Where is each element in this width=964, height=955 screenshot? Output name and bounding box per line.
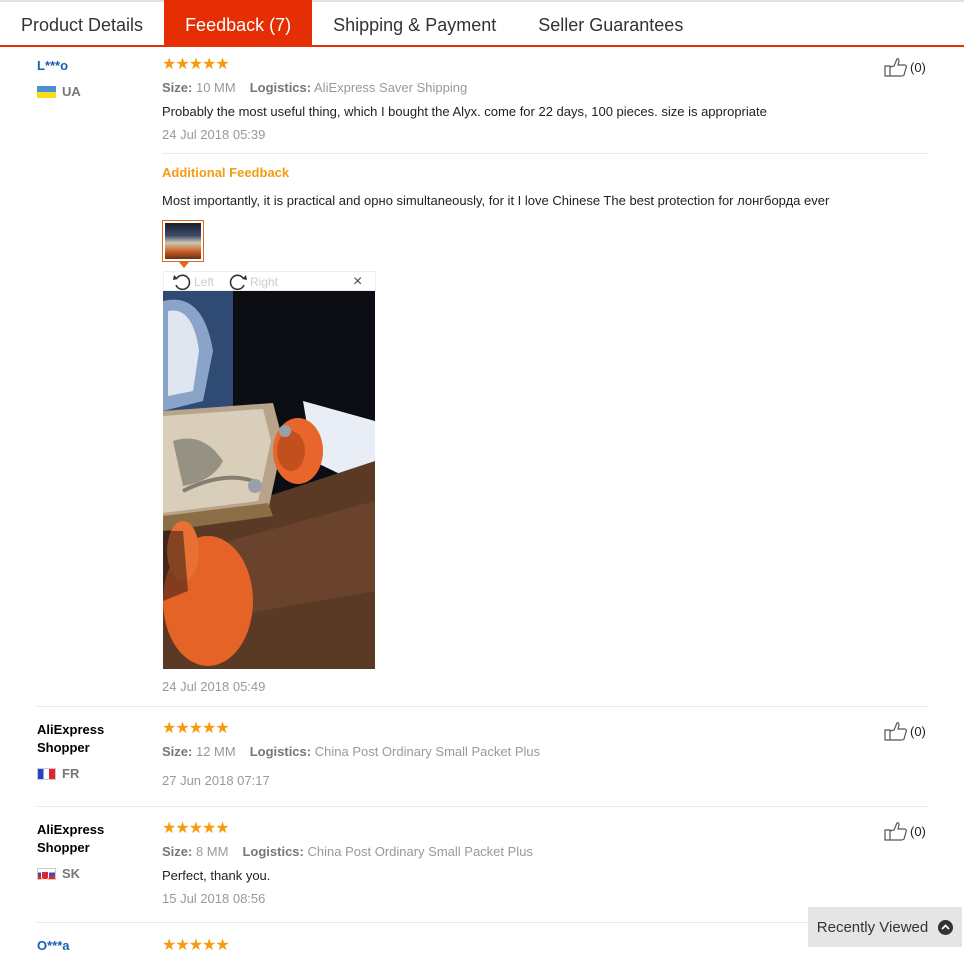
reviewer-country: UA <box>37 84 81 99</box>
rotate-right-button[interactable]: Right <box>228 273 278 291</box>
review-meta: Size: 8 MM Logistics: China Post Ordinary… <box>162 843 533 861</box>
divider <box>37 922 928 923</box>
thumbs-up-icon <box>884 58 907 77</box>
review-date: 27 Jun 2018 07:17 <box>162 773 270 788</box>
rotate-right-label: Right <box>250 275 279 289</box>
reviewer-name-line-1: AliExpress <box>37 722 105 737</box>
rotate-right-icon <box>229 274 247 291</box>
review-date: 15 Jul 2018 08:56 <box>162 891 266 906</box>
divider <box>162 153 928 154</box>
thumbs-up-icon <box>884 722 907 741</box>
rotate-left-label: Left <box>194 275 215 289</box>
review-photo-image <box>163 291 375 669</box>
size-value: 8 MM <box>195 844 229 859</box>
close-viewer-button[interactable]: × <box>353 272 362 292</box>
helpful-count: (0) <box>910 723 926 739</box>
logistics-value: China Post Ordinary Small Packet Plus <box>314 744 541 759</box>
helpful-button[interactable]: (0) <box>884 57 926 77</box>
reviewer-name[interactable]: L***o <box>37 57 68 75</box>
flag-fr-icon <box>37 767 56 780</box>
thumbs-up-icon <box>884 822 907 841</box>
tab-product-details[interactable]: Product Details <box>0 2 164 47</box>
star-rating: ★★★★★ <box>162 720 230 737</box>
country-code: SK <box>62 866 81 881</box>
additional-feedback-text: Most importantly, it is practical and ор… <box>162 193 830 208</box>
helpful-count: (0) <box>910 823 926 839</box>
recently-viewed-button[interactable]: Recently Viewed <box>808 907 962 947</box>
flag-ua-icon <box>37 85 56 98</box>
logistics-label: Logistics: <box>249 744 312 759</box>
size-value: 10 MM <box>195 80 236 95</box>
size-value: 12 MM <box>195 744 236 759</box>
helpful-count: (0) <box>910 59 926 75</box>
reviewer-country: FR <box>37 766 79 781</box>
country-code: FR <box>62 766 80 781</box>
logistics-value: AliExpress Saver Shipping <box>314 80 468 95</box>
review-meta: Size: 12 MM Logistics: China Post Ordinar… <box>162 743 540 761</box>
reviewer-name-line-1: AliExpress <box>37 822 105 837</box>
review-photo <box>163 291 375 669</box>
logistics-value: China Post Ordinary Small Packet Plus <box>307 844 533 859</box>
reviewer-country: SK <box>37 866 80 881</box>
tab-bar: Product Details Feedback (7) Shipping & … <box>0 0 964 47</box>
star-rating: ★★★★★ <box>162 56 230 73</box>
review-text: Perfect, thank you. <box>162 868 271 883</box>
review-meta: Size: 10 MM Logistics: AliExpress Saver S… <box>162 79 467 97</box>
additional-feedback-date: 24 Jul 2018 05:49 <box>162 679 266 694</box>
rotate-left-icon <box>173 274 191 291</box>
star-rating: ★★★★★ <box>162 937 230 954</box>
helpful-button[interactable]: (0) <box>884 821 926 841</box>
star-rating: ★★★★★ <box>162 820 230 837</box>
photo-thumbnail[interactable] <box>162 220 204 262</box>
flag-sk-icon <box>37 867 56 880</box>
logistics-label: Logistics: <box>249 80 312 95</box>
rotate-left-button[interactable]: Left <box>172 273 214 291</box>
divider <box>37 706 928 707</box>
country-code: UA <box>62 84 81 99</box>
divider <box>37 806 928 807</box>
reviewer-name[interactable]: O***a <box>37 937 70 955</box>
review-text: Probably the most useful thing, which I … <box>162 104 767 119</box>
chevron-up-icon <box>938 919 954 935</box>
tab-feedback[interactable]: Feedback (7) <box>164 0 313 47</box>
additional-feedback-label: Additional Feedback <box>162 165 290 180</box>
size-label: Size: <box>162 744 193 759</box>
reviewer-name-line-2: Shopper <box>37 840 90 855</box>
tab-seller-guarantees[interactable]: Seller Guarantees <box>517 2 704 47</box>
helpful-button[interactable]: (0) <box>884 721 926 741</box>
review-date: 24 Jul 2018 05:39 <box>162 127 266 142</box>
thumbnail-pointer <box>179 262 189 268</box>
size-label: Size: <box>162 80 193 95</box>
tab-shipping-payment[interactable]: Shipping & Payment <box>312 2 517 47</box>
size-label: Size: <box>162 844 193 859</box>
image-viewer-toolbar: Left Right × <box>163 271 376 291</box>
reviewer-name-line-2: Shopper <box>37 740 90 755</box>
recently-viewed-label: Recently Viewed <box>816 918 929 936</box>
logistics-label: Logistics: <box>242 844 304 859</box>
